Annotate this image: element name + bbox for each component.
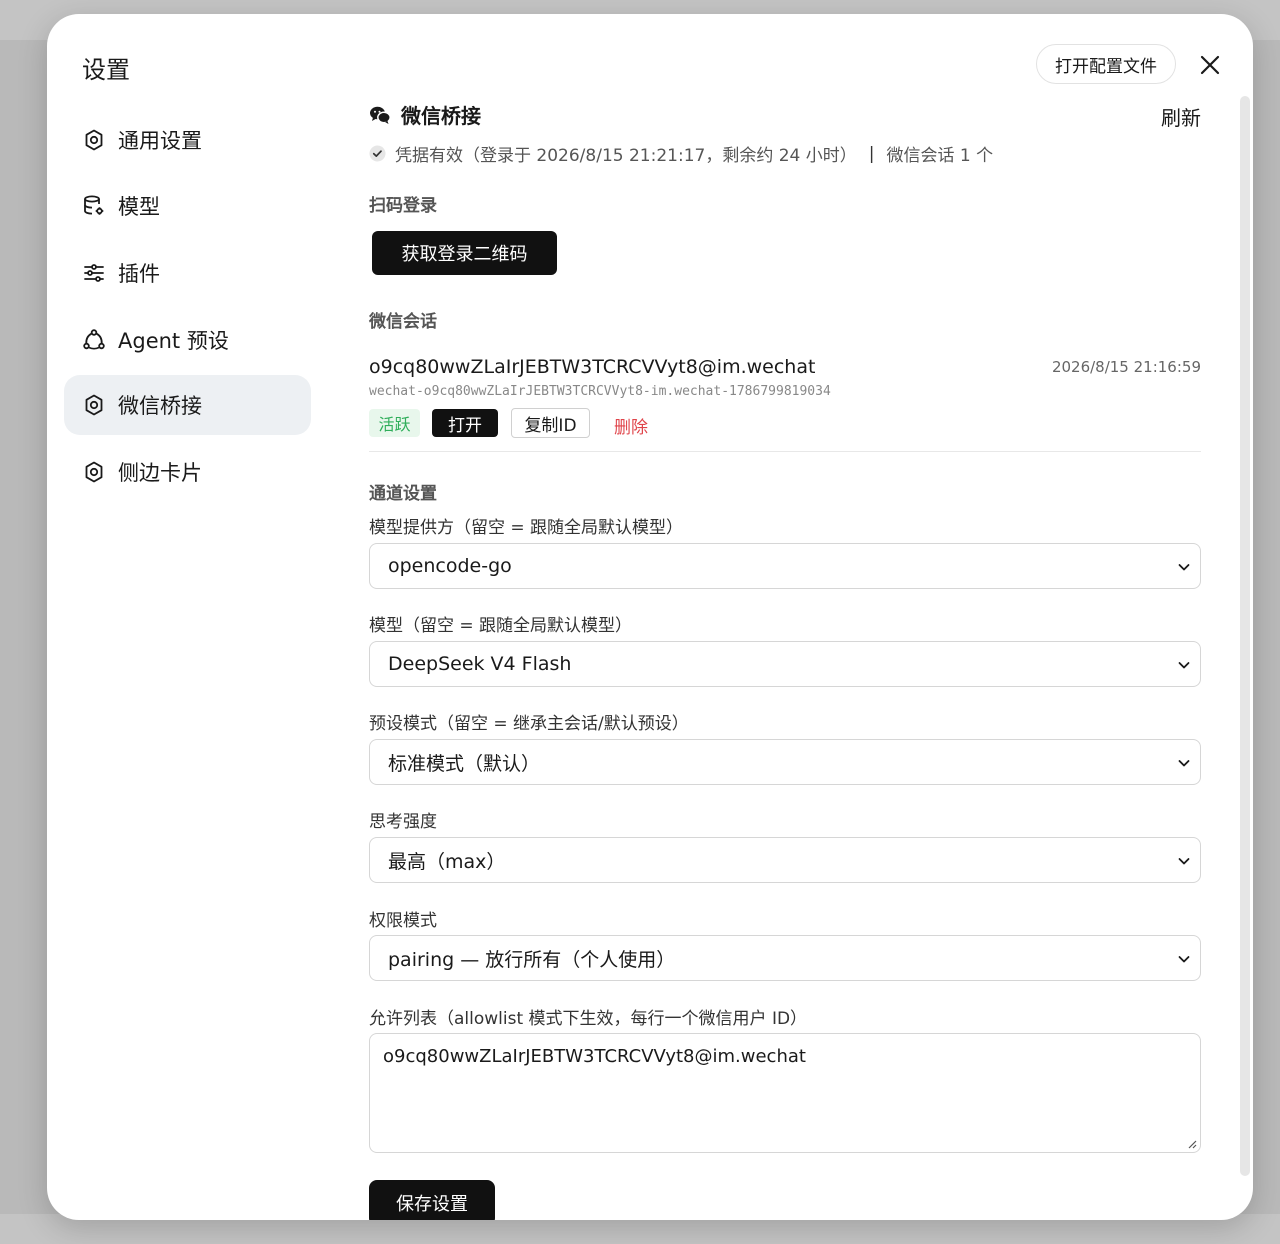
database-icon [81, 193, 107, 219]
get-qr-code-button[interactable]: 获取登录二维码 [372, 231, 557, 275]
gear-icon [81, 459, 107, 485]
session-count: 微信会话 1 个 [886, 146, 994, 166]
chevron-down-icon [1178, 564, 1190, 571]
allowlist-textarea[interactable]: o9cq80wwZLaIrJEBTW3TCRCVVyt8@im.wechat [369, 1033, 1201, 1153]
sidebar-item-label: 插件 [118, 262, 160, 286]
channel-settings-heading: 通道设置 [369, 484, 437, 504]
agent-icon [81, 327, 107, 353]
scrollbar[interactable] [1240, 96, 1250, 1176]
sessions-heading: 微信会话 [369, 312, 437, 332]
sidebar-item-label: 模型 [118, 195, 160, 219]
section-title: 微信桥接 [401, 104, 481, 128]
save-settings-button[interactable]: 保存设置 [369, 1180, 495, 1220]
section-header: 微信桥接 [369, 100, 481, 129]
sidebar-item-general[interactable]: 通用设置 [64, 110, 311, 170]
permission-label: 权限模式 [369, 911, 437, 931]
thinking-label: 思考强度 [369, 812, 437, 832]
sidebar-item-agent-preset[interactable]: Agent 预设 [64, 310, 311, 370]
provider-value: opencode-go [388, 555, 512, 577]
refresh-button[interactable]: 刷新 [1161, 102, 1201, 131]
session-time: 2026/8/15 21:16:59 [1051, 358, 1201, 376]
open-session-button[interactable]: 打开 [432, 409, 498, 437]
allowlist-value: o9cq80wwZLaIrJEBTW3TCRCVVyt8@im.wechat [383, 1046, 806, 1067]
resize-handle-icon[interactable] [1187, 1139, 1197, 1149]
model-value: DeepSeek V4 Flash [388, 653, 572, 675]
status-separator: | [868, 143, 875, 164]
chevron-down-icon [1178, 858, 1190, 865]
preset-value: 标准模式（默认） [388, 752, 541, 775]
qr-login-heading: 扫码登录 [369, 196, 437, 216]
sidebar-item-wechat-bridge[interactable]: 微信桥接 [64, 375, 311, 435]
allowlist-label: 允许列表（allowlist 模式下生效，每行一个微信用户 ID） [369, 1009, 808, 1029]
sidebar-item-label: 微信桥接 [118, 394, 202, 418]
credential-status-line: 凭据有效（登录于 2026/8/15 21:21:17，剩余约 24 小时） |… [369, 141, 993, 166]
permission-select[interactable]: pairing — 放行所有（个人使用） [369, 935, 1201, 981]
sidebar-item-label: Agent 预设 [118, 329, 229, 353]
session-id: o9cq80wwZLaIrJEBTW3TCRCVVyt8@im.wechat [369, 356, 816, 378]
chevron-down-icon [1178, 662, 1190, 669]
model-label: 模型（留空 = 跟随全局默认模型） [369, 616, 633, 636]
preset-label: 预设模式（留空 = 继承主会话/默认预设） [369, 714, 689, 734]
main-panel: 微信桥接 刷新 凭据有效（登录于 2026/8/15 21:21:17，剩余约 … [369, 14, 1201, 1220]
delete-session-button[interactable]: 删除 [614, 413, 648, 438]
status-badge: 活跃 [369, 409, 420, 437]
preset-select[interactable]: 标准模式（默认） [369, 739, 1201, 785]
model-select[interactable]: DeepSeek V4 Flash [369, 641, 1201, 687]
thinking-value: 最高（max） [388, 850, 506, 873]
sidebar-item-model[interactable]: 模型 [64, 176, 311, 236]
sidebar-item-plugins[interactable]: 插件 [64, 243, 311, 303]
chevron-down-icon [1178, 760, 1190, 767]
provider-select[interactable]: opencode-go [369, 543, 1201, 589]
check-circle-icon [369, 145, 386, 162]
gear-icon [81, 392, 107, 418]
chevron-down-icon [1178, 956, 1190, 963]
gear-icon [81, 127, 107, 153]
copy-id-button[interactable]: 复制ID [511, 408, 590, 438]
session-sub-id: wechat-o9cq80wwZLaIrJEBTW3TCRCVVyt8-im.w… [369, 384, 831, 399]
permission-value: pairing — 放行所有（个人使用） [388, 948, 676, 971]
divider [369, 451, 1201, 452]
settings-modal: 设置 打开配置文件 通用设置 模型 插件 Agent 预设 微信桥接 侧边卡片 … [47, 14, 1253, 1220]
provider-label: 模型提供方（留空 = 跟随全局默认模型） [369, 518, 684, 538]
sidebar-item-side-cards[interactable]: 侧边卡片 [64, 442, 311, 502]
sidebar-item-label: 通用设置 [118, 129, 202, 153]
modal-title: 设置 [82, 56, 130, 84]
credential-status: 凭据有效（登录于 2026/8/15 21:21:17，剩余约 24 小时） [395, 146, 857, 166]
thinking-select[interactable]: 最高（max） [369, 837, 1201, 883]
scrollbar-thumb[interactable] [1240, 96, 1250, 1176]
sliders-icon [81, 260, 107, 286]
wechat-icon [370, 106, 391, 124]
sidebar-item-label: 侧边卡片 [118, 461, 202, 485]
